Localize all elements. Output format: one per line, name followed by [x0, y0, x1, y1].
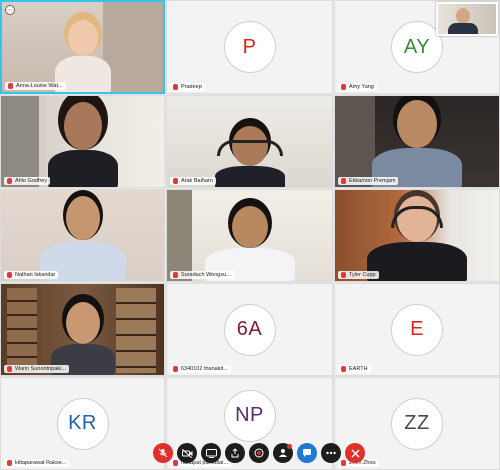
mic-muted-icon [173, 178, 178, 184]
participant-name-label: Nathan Iskandar [4, 271, 59, 279]
mic-muted-icon [7, 460, 12, 466]
participant-name-label: Suradach Wongsu... [170, 271, 234, 279]
participant-name-label: Ahlo Godfrey [4, 177, 51, 185]
participant-tile[interactable]: Nathan Iskandar [0, 189, 165, 282]
mic-muted-icon [173, 84, 178, 90]
participant-avatar: ZZ [391, 397, 443, 450]
participant-tile[interactable]: P Pradeep [166, 0, 333, 94]
participant-name-label: Arak Baiharn [170, 177, 216, 185]
participant-video [1, 190, 164, 281]
participant-avatar: NP [223, 389, 276, 442]
participants-icon[interactable] [273, 443, 293, 463]
participant-tile[interactable]: Warin Sunontnpaki... [0, 283, 165, 376]
participant-tile[interactable]: KR kittaparawat Rakse... [0, 377, 165, 470]
mic-muted-icon [341, 178, 346, 184]
participant-name-label: 6340102 thanakit... [170, 365, 231, 373]
participant-video [167, 190, 332, 281]
participant-name-label: Pradeep [170, 83, 205, 91]
self-view-video[interactable] [436, 2, 498, 36]
mic-muted-icon [173, 366, 178, 372]
mic-muted-icon [173, 272, 178, 278]
participant-tile[interactable]: 6A 6340102 thanakit... [166, 283, 333, 376]
participant-tile[interactable]: Suradach Wongsu... [166, 189, 333, 282]
participant-tile[interactable]: Arak Baiharn [166, 95, 333, 188]
mic-muted-icon [8, 83, 13, 89]
leave-icon[interactable] [345, 443, 365, 463]
participant-name-label: Amy Yang [338, 83, 377, 91]
participant-video [1, 96, 164, 187]
participant-name-label: Warin Sunontnpaki... [4, 365, 69, 373]
mic-muted-icon [341, 272, 346, 278]
participant-video [1, 284, 164, 375]
participant-grid: ⋯ Anna-Louise Wat... P Pradeep AY Amy Ya… [0, 0, 500, 470]
screen-share-icon[interactable] [201, 443, 221, 463]
participant-avatar: KR [56, 397, 109, 450]
mic-muted-icon [7, 366, 12, 372]
mic-muted-icon [7, 272, 12, 278]
participant-video [2, 2, 163, 92]
participant-tile[interactable]: E EARTH [334, 283, 500, 376]
participant-tile[interactable]: Ahlo Godfrey [0, 95, 165, 188]
chat-icon[interactable] [297, 443, 317, 463]
participant-name-label: Tyler Cupp [338, 271, 379, 279]
video-off-icon[interactable] [177, 443, 197, 463]
mic-muted-icon [341, 366, 346, 372]
participant-video [335, 96, 499, 187]
video-conference-window: ⋯ Anna-Louise Wat... P Pradeep AY Amy Ya… [0, 0, 500, 470]
mic-muted-icon [341, 84, 346, 90]
mic-off-icon[interactable] [153, 443, 173, 463]
participant-name-label: kittaparawat Rakse... [4, 459, 70, 467]
meeting-toolbar [153, 442, 365, 464]
participant-tile[interactable]: Ekkamon Premjam [334, 95, 500, 188]
participant-avatar: E [391, 303, 443, 356]
record-icon[interactable] [249, 443, 269, 463]
mic-muted-icon [7, 178, 12, 184]
share-upload-icon[interactable] [225, 443, 245, 463]
participant-tile[interactable]: ⋯ Anna-Louise Wat... [0, 0, 165, 94]
more-icon[interactable] [321, 443, 341, 463]
more-options-icon[interactable]: ⋯ [5, 5, 15, 15]
participant-name-label: EARTH [338, 365, 371, 373]
participant-avatar: P [223, 21, 276, 73]
participant-tile[interactable]: Tyler Cupp [334, 189, 500, 282]
participant-video [335, 190, 499, 281]
participant-video [167, 96, 332, 187]
participant-avatar: 6A [223, 303, 276, 356]
participant-name-label: Ekkamon Premjam [338, 177, 399, 185]
notification-badge [287, 444, 292, 449]
participant-name-label: Anna-Louise Wat... [5, 82, 66, 90]
